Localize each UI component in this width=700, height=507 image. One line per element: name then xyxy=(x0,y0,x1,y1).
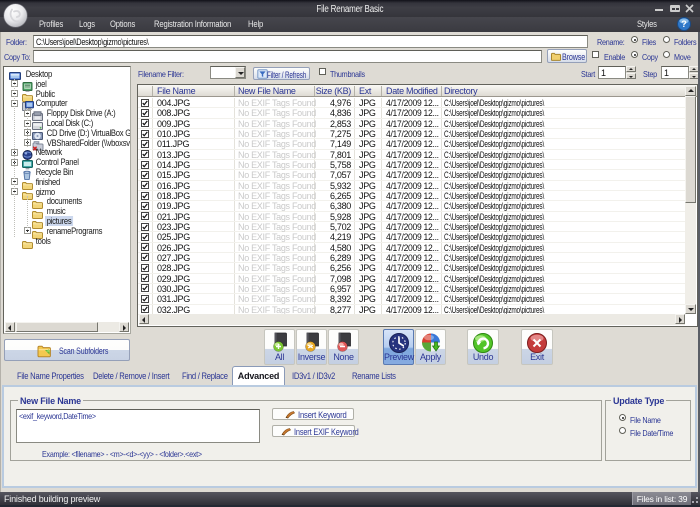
svg-text:?: ? xyxy=(681,19,687,29)
